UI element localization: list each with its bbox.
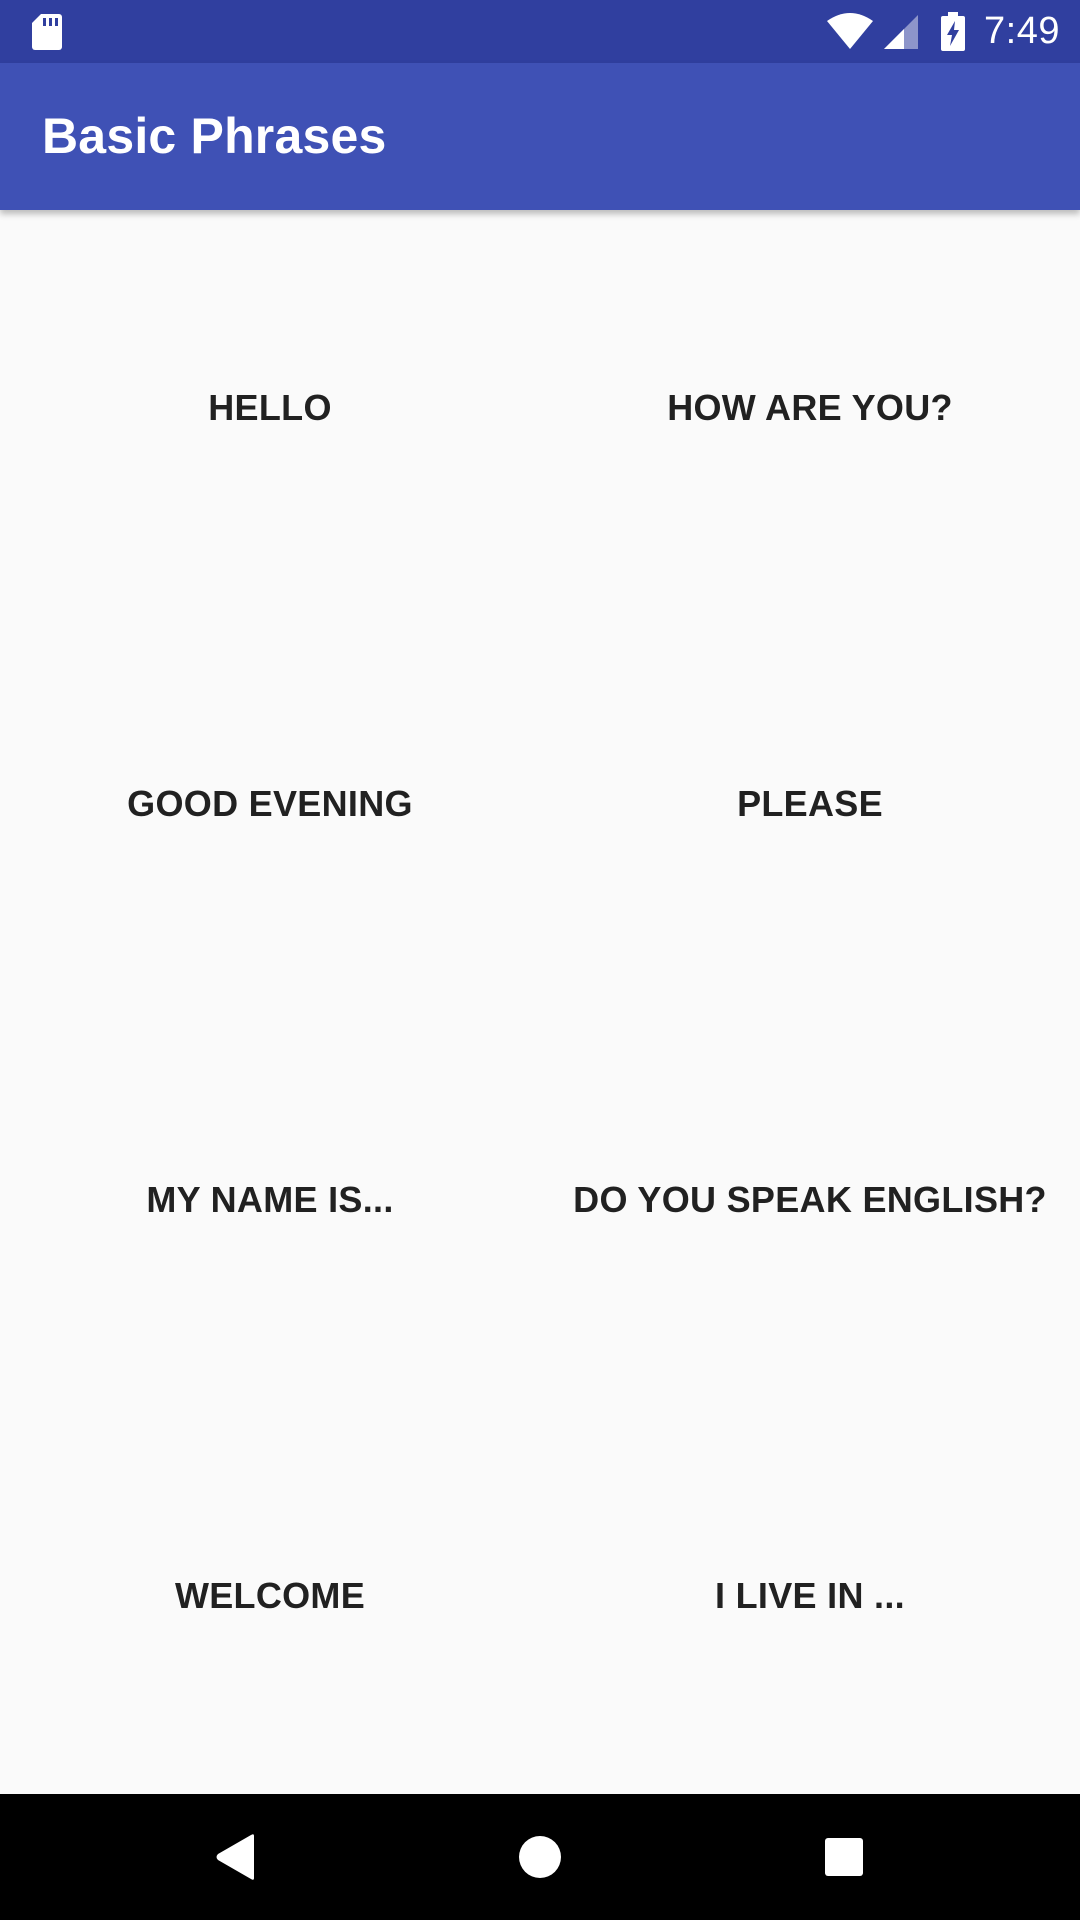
back-icon	[216, 1834, 254, 1880]
phrase-button-how-are-you[interactable]: HOW ARE YOU?	[540, 210, 1080, 606]
battery-charging-icon	[941, 11, 966, 51]
phrase-button-good-evening[interactable]: GOOD EVENING	[0, 606, 540, 1002]
signal-icon	[884, 14, 919, 49]
home-icon	[519, 1836, 561, 1878]
wifi-icon	[827, 12, 874, 49]
back-button[interactable]	[156, 1794, 316, 1920]
recents-button[interactable]	[764, 1794, 924, 1920]
sd-card-icon	[32, 14, 62, 50]
phrase-button-do-you-speak-english[interactable]: DO YOU SPEAK ENGLISH?	[540, 1002, 1080, 1398]
phrase-button-my-name-is[interactable]: MY NAME IS...	[0, 1002, 540, 1398]
page-title: Basic Phrases	[42, 108, 387, 164]
phrase-button-hello[interactable]: HELLO	[0, 210, 540, 606]
navigation-bar	[0, 1794, 1080, 1920]
home-button[interactable]	[460, 1794, 620, 1920]
phrase-button-welcome[interactable]: WELCOME	[0, 1398, 540, 1794]
status-clock: 7:49	[984, 10, 1060, 52]
phrase-button-i-live-in[interactable]: I LIVE IN ...	[540, 1398, 1080, 1794]
app-bar: Basic Phrases	[0, 63, 1080, 210]
phrase-grid: HELLO HOW ARE YOU? GOOD EVENING PLEASE M…	[0, 210, 1080, 1794]
recents-icon	[825, 1838, 863, 1876]
status-bar: 7:49	[0, 0, 1080, 63]
phrase-button-please[interactable]: PLEASE	[540, 606, 1080, 1002]
